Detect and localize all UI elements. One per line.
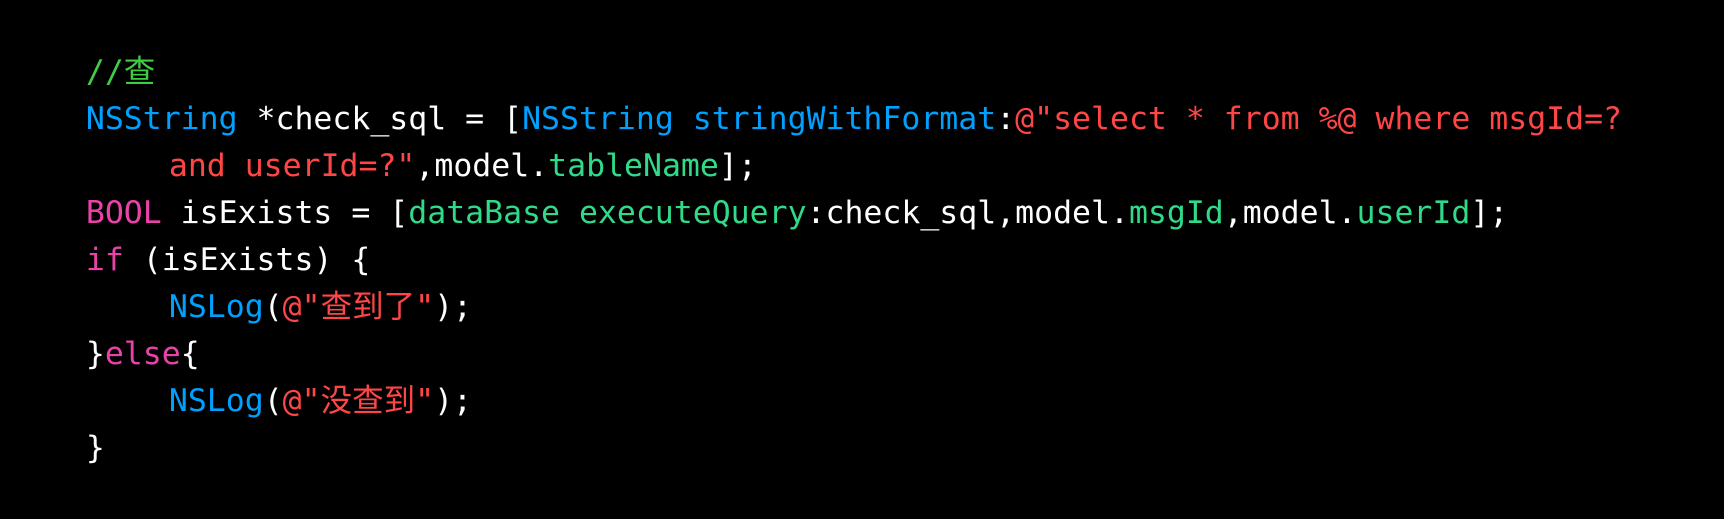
code-token: @"查到了" <box>282 289 435 325</box>
code-token: if <box>85 242 124 278</box>
code-token: } <box>85 336 105 372</box>
code-token: ); <box>434 383 472 419</box>
code-token: dataBase <box>408 195 560 231</box>
code-token: NSLog <box>168 289 264 325</box>
code-token: ,model. <box>1223 195 1357 231</box>
code-token: stringWithFormat <box>692 101 997 137</box>
code-token: //查 <box>85 54 156 90</box>
code-editor[interactable]: //查 NSString *check_sql = [NSString stri… <box>10 0 1718 466</box>
code-token: ]; <box>718 148 757 184</box>
code-token: tableName <box>548 148 719 184</box>
code-token: and userId=?" <box>168 148 416 184</box>
code-token: { <box>180 336 200 372</box>
code-token: ]; <box>1470 195 1509 231</box>
code-token: } <box>85 430 105 466</box>
code-token: userId <box>1356 195 1471 231</box>
code-token: msgId <box>1128 195 1224 231</box>
code-line-comment: //查 <box>10 2 1718 90</box>
code-token: *check_sql = [ <box>237 101 523 137</box>
code-token: NSString <box>522 101 674 137</box>
code-token: executeQuery <box>578 195 807 231</box>
code-token: BOOL <box>85 195 162 231</box>
code-token: :check_sql,model. <box>806 195 1129 231</box>
code-token: ( <box>263 383 283 419</box>
code-line-sql-declaration: NSString *check_sql = [NSString stringWi… <box>10 49 1718 137</box>
code-token: (isExists) { <box>123 242 371 278</box>
code-token: @"select * from %@ where msgId=? <box>1015 101 1623 137</box>
code-token: ( <box>263 289 283 325</box>
code-token: @"没查到" <box>282 383 435 419</box>
code-token: ); <box>434 289 472 325</box>
code-token: NSString <box>85 101 238 137</box>
code-token: : <box>996 101 1016 137</box>
code-token: NSLog <box>168 383 264 419</box>
code-token: ,model. <box>415 148 549 184</box>
code-line-log-not-found: NSLog(@"没查到"); <box>10 331 1718 419</box>
code-token: else <box>104 336 181 372</box>
code-token: isExists = [ <box>161 195 409 231</box>
